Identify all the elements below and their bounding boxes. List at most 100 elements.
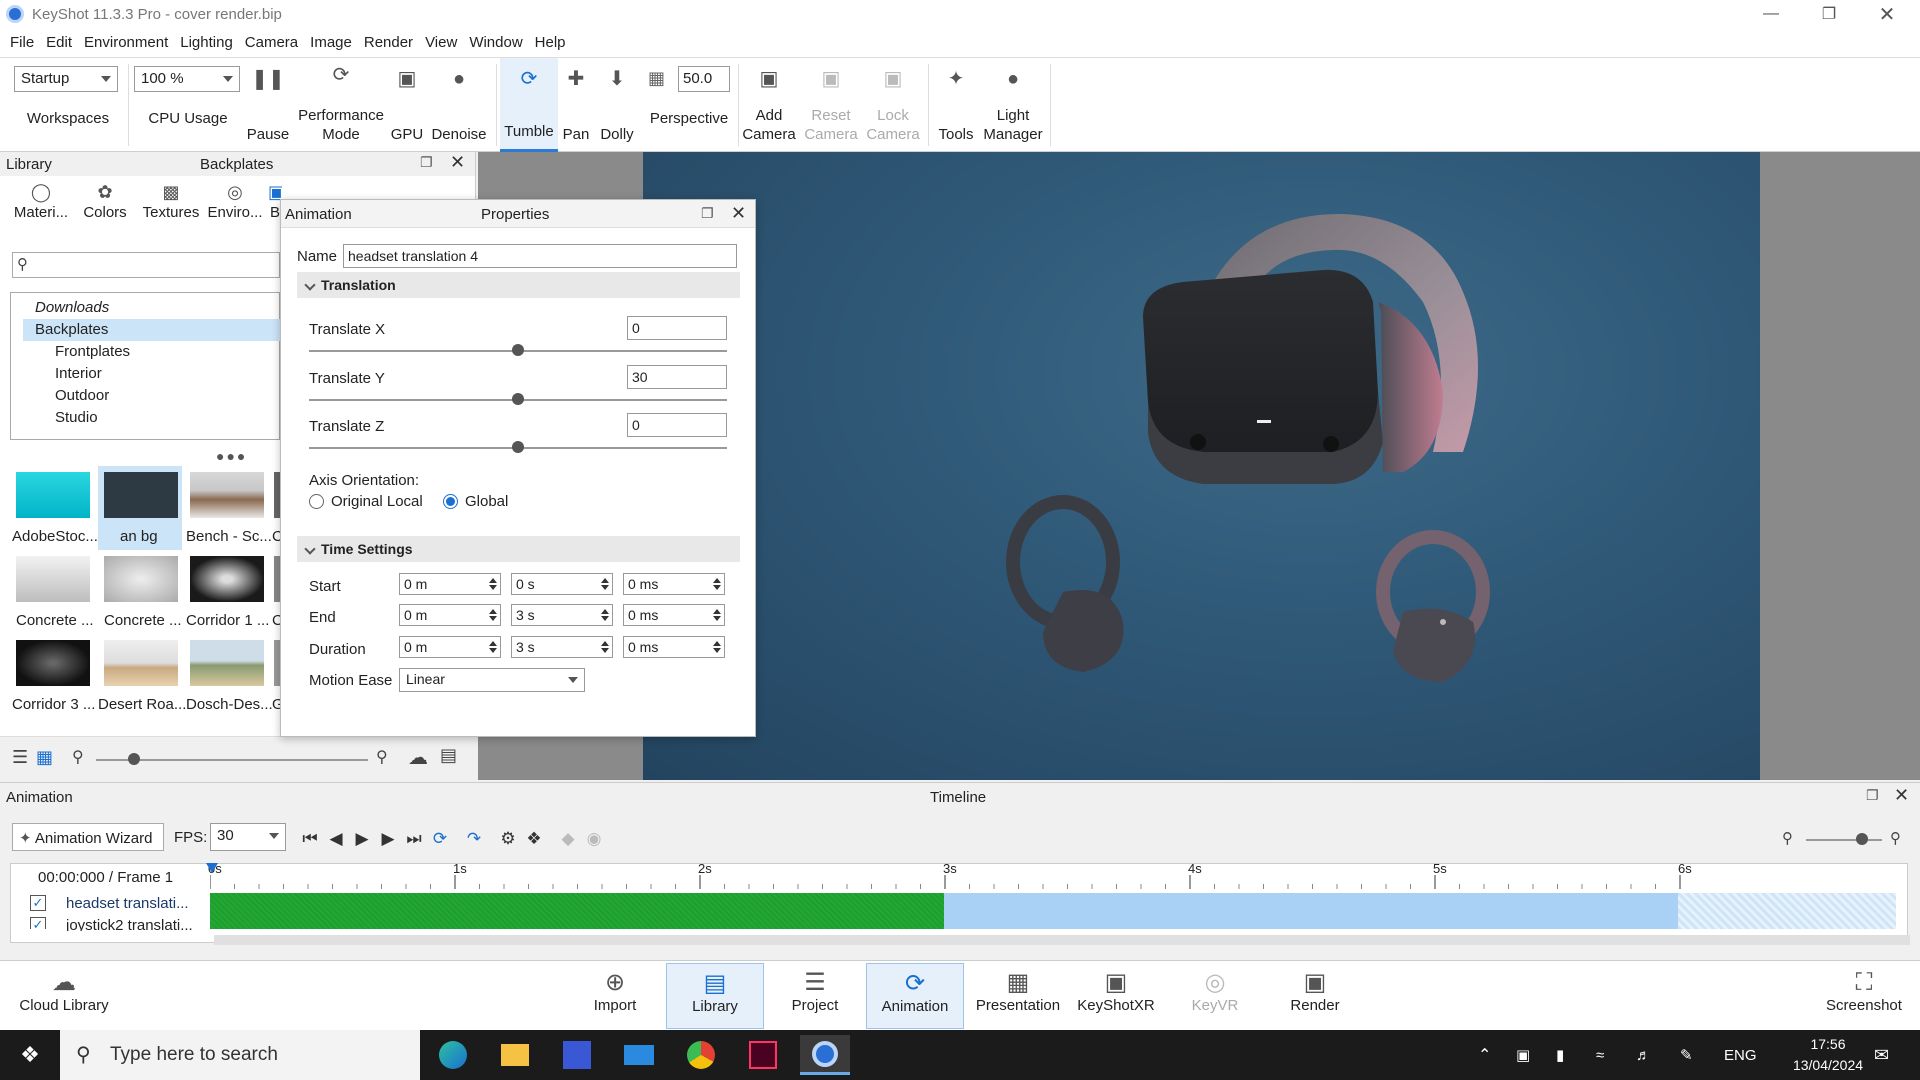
screenshot-button[interactable]: ⛶ Screenshot (1816, 963, 1912, 1029)
keyframe-icon[interactable]: ◆ (556, 827, 580, 851)
tree-item-studio[interactable]: Studio (55, 407, 98, 429)
tree-item-backplates[interactable]: Backplates (23, 319, 281, 341)
track-2-label[interactable]: joystick2 translati... (66, 917, 193, 931)
menu-file[interactable]: File (4, 34, 40, 51)
tree-item-downloads[interactable]: Downloads (35, 297, 109, 319)
go-to-end-icon[interactable]: ⏭ (402, 827, 426, 851)
motion-ease-select[interactable]: Linear (399, 668, 585, 692)
menu-camera[interactable]: Camera (239, 34, 304, 51)
timeline-zoom-slider[interactable] (1806, 839, 1882, 841)
pan-button[interactable]: ✚ Pan (560, 58, 592, 152)
notifications-icon[interactable]: ✉ (1874, 1030, 1889, 1080)
library-button[interactable]: ▤ Library (666, 963, 764, 1029)
time-settings-section-header[interactable]: Time Settings (297, 536, 740, 562)
thumb-adobestock[interactable] (16, 472, 90, 518)
thumb-dosch-desert[interactable] (190, 640, 264, 686)
folder-icon[interactable]: ▤ (440, 745, 457, 766)
file-explorer-icon[interactable] (490, 1035, 540, 1075)
thumb-an-bg[interactable] (104, 472, 178, 518)
start-ms-field[interactable]: 0 ms (623, 573, 725, 595)
perspective-field[interactable]: 50.0 (678, 66, 730, 92)
animation-wizard-button[interactable]: ✦ Animation Wizard (12, 823, 164, 851)
animation-button[interactable]: ⟳ Animation (866, 963, 964, 1029)
tree-item-frontplates[interactable]: Frontplates (55, 341, 130, 363)
dolly-button[interactable]: ⬇ Dolly (596, 58, 638, 152)
more-dots-icon[interactable]: ●●● (216, 448, 247, 464)
tab-colors[interactable]: ✿ Colors (74, 180, 136, 228)
fps-select[interactable]: 30 (210, 823, 286, 851)
thumb-concrete-1[interactable] (16, 556, 90, 602)
keyshot-taskbar-icon[interactable] (800, 1035, 850, 1075)
cloud-upload-icon[interactable]: ☁ (408, 745, 428, 770)
float-panel-icon[interactable]: ❐ (701, 205, 714, 222)
display-icon[interactable]: ▣ (1516, 1030, 1530, 1080)
restore-icon[interactable]: ❐ (1800, 0, 1858, 28)
axis-original-local-label[interactable]: Original Local (331, 493, 423, 510)
zoom-out-icon[interactable]: ⚲ (72, 747, 84, 767)
pen-icon[interactable]: ✎ (1680, 1030, 1693, 1080)
grid-view-icon[interactable]: ▦ (36, 747, 53, 768)
zoom-in-icon[interactable]: ⚲ (1890, 829, 1901, 847)
close-icon[interactable]: ✕ (1894, 785, 1909, 806)
language-indicator[interactable]: ENG (1724, 1030, 1757, 1080)
menu-window[interactable]: Window (463, 34, 528, 51)
thumbnail-size-knob[interactable] (128, 753, 140, 765)
menu-render[interactable]: Render (358, 34, 419, 51)
thumb-desert-road[interactable] (104, 640, 178, 686)
start-seconds-field[interactable]: 0 s (511, 573, 613, 595)
gpu-button[interactable]: ▣ GPU (388, 58, 426, 152)
axis-global-radio[interactable] (443, 494, 458, 509)
edge-browser-icon[interactable] (428, 1035, 478, 1075)
add-camera-button[interactable]: ▣ Add Camera (742, 58, 796, 152)
chevron-up-icon[interactable]: ⌃ (1478, 1030, 1491, 1080)
track-2-checkbox[interactable]: ✓ (30, 917, 46, 929)
name-field[interactable]: headset translation 4 (343, 244, 737, 268)
menu-image[interactable]: Image (304, 34, 358, 51)
translate-z-knob[interactable] (512, 441, 524, 453)
end-seconds-field[interactable]: 3 s (511, 604, 613, 626)
lock-camera-button[interactable]: ▣ Lock Camera (866, 58, 920, 152)
keyshotxr-button[interactable]: ▣ KeyShotXR (1066, 963, 1166, 1029)
end-ms-field[interactable]: 0 ms (623, 604, 725, 626)
duration-ms-field[interactable]: 0 ms (623, 636, 725, 658)
playhead-marker-icon[interactable] (206, 863, 218, 873)
tab-textures[interactable]: ▩ Textures (140, 180, 202, 228)
axis-global-label[interactable]: Global (465, 493, 508, 510)
cloud-library-button[interactable]: ☁ Cloud Library (14, 963, 114, 1029)
snap-to-keyframe-icon[interactable]: ↷ (462, 827, 486, 851)
library-search-input[interactable]: ⚲ (12, 252, 280, 278)
track-1-clip[interactable] (210, 893, 944, 929)
tree-item-interior[interactable]: Interior (55, 363, 102, 385)
tab-environments[interactable]: ◎ Enviro... (204, 180, 266, 228)
performance-mode-button[interactable]: ⟳ Performance Mode (296, 58, 386, 152)
thumb-corridor-3[interactable] (16, 640, 90, 686)
close-icon[interactable]: ✕ (450, 152, 465, 173)
workspace-select[interactable]: Startup (14, 66, 118, 92)
menu-edit[interactable]: Edit (40, 34, 78, 51)
translate-z-field[interactable]: 0 (627, 413, 727, 437)
translation-section-header[interactable]: Translation (297, 272, 740, 298)
timeline-tab-animation[interactable]: Animation (6, 789, 73, 806)
track-1-checkbox[interactable]: ✓ (30, 895, 46, 911)
list-view-icon[interactable]: ☰ (12, 747, 28, 768)
taskbar-clock[interactable]: 17:56 13/04/2024 (1788, 1034, 1868, 1076)
translate-x-knob[interactable] (512, 344, 524, 356)
axis-original-local-radio[interactable] (309, 494, 324, 509)
import-button[interactable]: ⊕ Import (566, 963, 664, 1029)
presentation-button[interactable]: ▦ Presentation (966, 963, 1070, 1029)
denoise-button[interactable]: ● Denoise (428, 58, 490, 152)
minimize-icon[interactable]: — (1742, 0, 1800, 28)
wifi-icon[interactable]: ≈ (1596, 1030, 1604, 1080)
float-panel-icon[interactable]: ❐ (1866, 787, 1879, 804)
translate-y-knob[interactable] (512, 393, 524, 405)
volume-icon[interactable]: ♬ (1636, 1030, 1651, 1080)
menu-environment[interactable]: Environment (78, 34, 174, 51)
translate-y-field[interactable]: 30 (627, 365, 727, 389)
translate-x-field[interactable]: 0 (627, 316, 727, 340)
loop-icon[interactable]: ⟳ (428, 827, 452, 851)
chrome-icon[interactable] (676, 1035, 726, 1075)
step-back-icon[interactable]: ◀ (324, 827, 348, 851)
light-manager-button[interactable]: ● Light Manager (980, 58, 1046, 152)
close-icon[interactable]: ✕ (1858, 0, 1916, 28)
zoom-in-icon[interactable]: ⚲ (376, 747, 388, 767)
